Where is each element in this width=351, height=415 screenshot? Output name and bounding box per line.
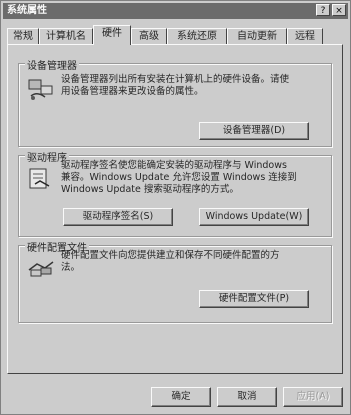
hardware-profiles-description-line2: 法。 xyxy=(61,262,81,273)
system-properties-dialog: 系统属性 ? × 常规 计算机名 硬件 高级 系统还原 自动更新 远程 设备管理… xyxy=(0,0,351,415)
window-title: 系统属性 xyxy=(7,5,47,16)
help-button[interactable]: ? xyxy=(316,4,330,16)
hardware-profiles-description-line1: 硬件配置文件向您提供建立和保存不同硬件配置的方 xyxy=(61,250,280,261)
tab-advanced[interactable]: 高级 xyxy=(131,28,167,44)
hardware-profiles-group: 硬件配置文件 硬件配置文件向您提供建立和保存不同硬件配置的方 法。 硬件配置文件… xyxy=(18,239,332,323)
close-button[interactable]: × xyxy=(332,4,346,16)
cancel-button[interactable]: 取消 xyxy=(217,387,277,407)
apply-button[interactable]: 应用(A) xyxy=(283,387,343,407)
drivers-description-line3: Windows Update 搜索驱动程序的方式。 xyxy=(61,184,239,195)
drivers-group: 驱动程序 驱动程序签名使您能确定安装的驱动程序与 Windows 兼容。Wind… xyxy=(18,149,332,237)
title-bar[interactable]: 系统属性 xyxy=(3,3,348,19)
hardware-tab-panel: 设备管理器 设备管理器列出所有安装在计算机上的硬件设备。请使 用设备管理器来更改… xyxy=(7,44,343,374)
drivers-description-line1: 驱动程序签名使您能确定安装的驱动程序与 Windows xyxy=(61,160,287,171)
windows-update-button[interactable]: Windows Update(W) xyxy=(199,208,309,226)
drivers-description-line2: 兼容。Windows Update 允许您设置 Windows 连接到 xyxy=(61,172,297,183)
device-manager-button[interactable]: 设备管理器(D) xyxy=(199,122,309,140)
driver-signing-icon xyxy=(29,168,50,189)
tab-automatic-updates[interactable]: 自动更新 xyxy=(227,28,287,44)
device-manager-group: 设备管理器 设备管理器列出所有安装在计算机上的硬件设备。请使 用设备管理器来更改… xyxy=(18,57,332,147)
device-manager-icon xyxy=(28,79,53,100)
tab-computer-name[interactable]: 计算机名 xyxy=(39,28,93,44)
device-manager-description-line1: 设备管理器列出所有安装在计算机上的硬件设备。请使 xyxy=(61,74,290,85)
hardware-profiles-icon xyxy=(28,261,54,277)
tab-remote[interactable]: 远程 xyxy=(287,28,323,44)
device-manager-description-line2: 用设备管理器来更改设备的属性。 xyxy=(61,86,204,97)
tab-hardware[interactable]: 硬件 xyxy=(93,25,131,45)
device-manager-title: 设备管理器 xyxy=(25,57,79,72)
hardware-profiles-button[interactable]: 硬件配置文件(P) xyxy=(199,290,309,308)
ok-button[interactable]: 确定 xyxy=(151,387,211,407)
driver-signing-button[interactable]: 驱动程序签名(S) xyxy=(63,208,173,226)
tab-strip: 常规 计算机名 硬件 高级 系统还原 自动更新 远程 xyxy=(7,25,347,45)
tab-system-restore[interactable]: 系统还原 xyxy=(167,28,227,44)
tab-general[interactable]: 常规 xyxy=(7,28,39,44)
